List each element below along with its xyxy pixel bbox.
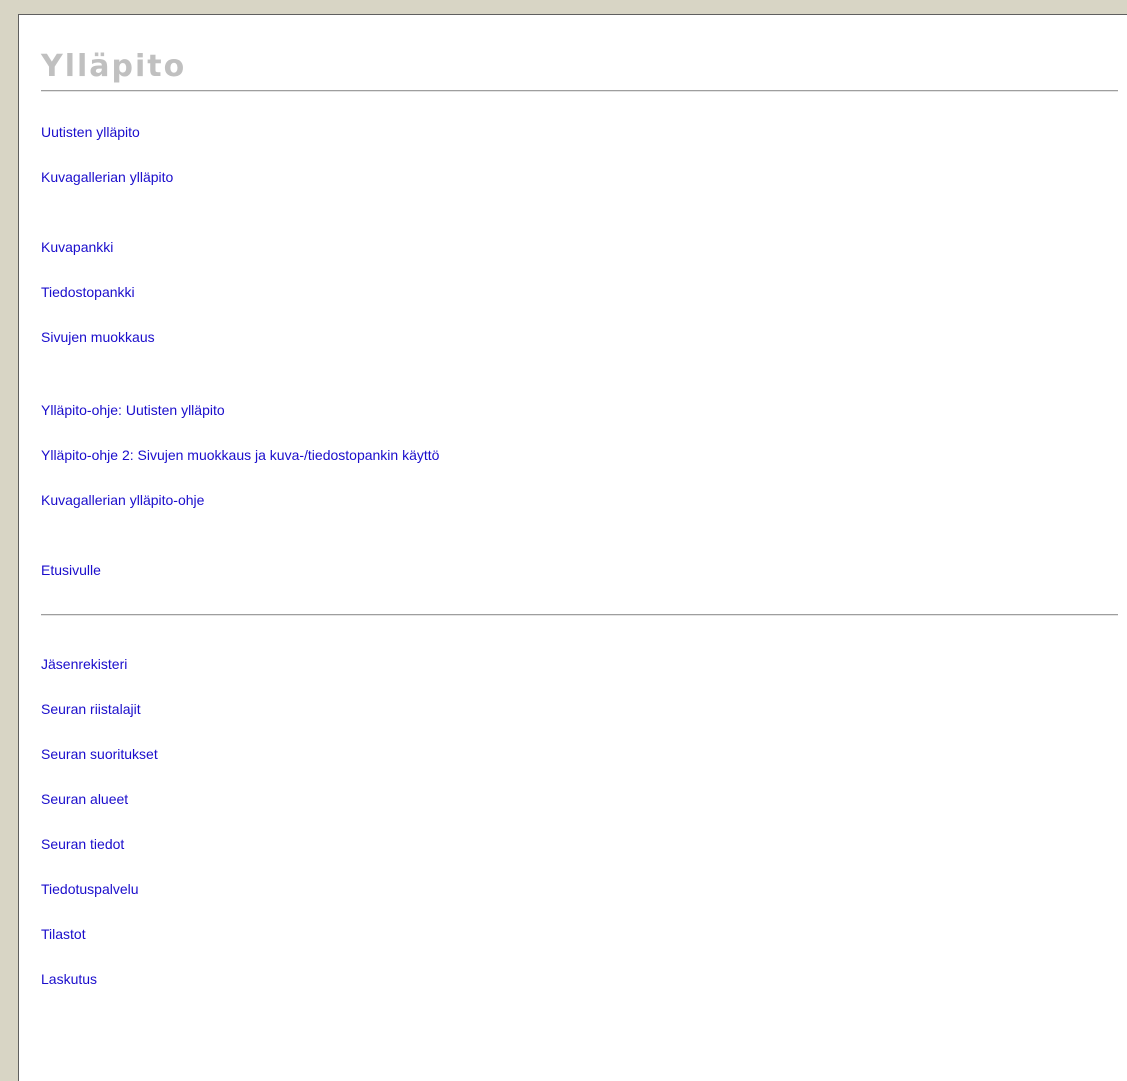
admin-page: Ylläpito Uutisten ylläpito Kuvagallerian… [18,14,1127,1081]
club-performances-link[interactable]: Seuran suoritukset [41,745,158,763]
billing-link[interactable]: Laskutus [41,970,97,988]
statistics-link[interactable]: Tilastot [41,925,86,943]
gallery-admin-guide-link[interactable]: Kuvagallerian ylläpito-ohje [41,491,204,509]
info-service-link[interactable]: Tiedotuspalvelu [41,880,139,898]
window-frame: Ylläpito Uutisten ylläpito Kuvagallerian… [0,0,1127,1081]
file-bank-link[interactable]: Tiedostopankki [41,283,135,301]
news-admin-guide-link[interactable]: Ylläpito-ohje: Uutisten ylläpito [41,401,225,419]
member-register-link[interactable]: Jäsenrekisteri [41,655,127,673]
section-divider [41,614,1118,616]
admin-link-list: Uutisten ylläpito Kuvagallerian ylläpito… [41,15,1041,1081]
front-page-link[interactable]: Etusivulle [41,561,101,579]
page-editing-guide-link[interactable]: Ylläpito-ohje 2: Sivujen muokkaus ja kuv… [41,446,439,464]
gallery-admin-link[interactable]: Kuvagallerian ylläpito [41,168,173,186]
news-admin-link[interactable]: Uutisten ylläpito [41,123,140,141]
club-areas-link[interactable]: Seuran alueet [41,790,128,808]
image-bank-link[interactable]: Kuvapankki [41,238,113,256]
game-species-link[interactable]: Seuran riistalajit [41,700,141,718]
club-info-link[interactable]: Seuran tiedot [41,835,124,853]
page-editing-link[interactable]: Sivujen muokkaus [41,328,155,346]
